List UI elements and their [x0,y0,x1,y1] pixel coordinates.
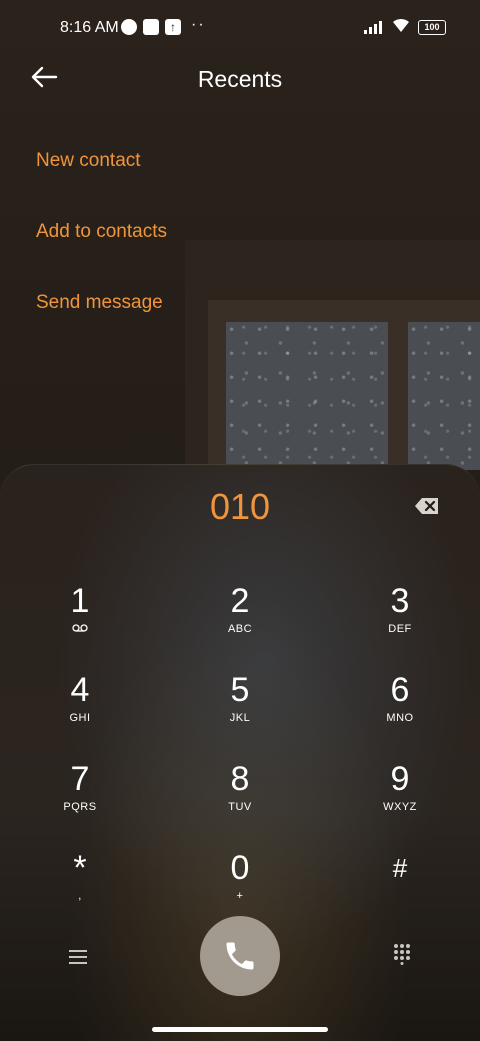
more-notifications-icon: ·· [191,16,206,33]
key-digit: 4 [70,671,90,709]
add-to-contacts-button[interactable]: Add to contacts [36,221,167,243]
page-title: Recents [197,66,283,92]
dial-key-5[interactable]: 5 JKL [180,671,300,751]
dial-key-star[interactable]: * , [20,849,140,929]
new-contact-button[interactable]: New contact [36,150,141,172]
dial-key-9[interactable]: 9 WXYZ [340,760,460,840]
background-window-pane [226,322,388,470]
key-letters: DEF [388,623,412,635]
dial-key-2[interactable]: 2 ABC [180,582,300,662]
upload-notification-icon: ↑ [165,19,181,35]
signal-icon [364,20,386,34]
key-digit: 0 [230,849,250,887]
call-button[interactable] [200,916,280,996]
dial-key-4[interactable]: 4 GHI [20,671,140,751]
key-letters: MNO [386,712,414,724]
key-digit: 8 [230,760,250,798]
menu-icon [69,950,87,964]
status-time: 8:16 AM [60,19,119,36]
dial-key-7[interactable]: 7 PQRS [20,760,140,840]
backspace-button[interactable] [414,496,440,516]
key-letters: JKL [229,712,251,724]
battery-icon: 100 [418,20,446,35]
key-letters: PQRS [63,801,97,813]
menu-button[interactable] [58,938,98,978]
dialed-number: 010 [209,486,271,527]
key-letters: GHI [69,712,91,724]
key-letters: + [236,890,244,902]
status-bar: 8:16 AM ↑ ·· 100 [0,0,480,56]
key-digit: 1 [70,582,90,620]
key-letters: ABC [227,623,253,635]
wifi-icon [391,17,411,38]
key-letters: , [78,890,82,902]
dial-key-hash[interactable]: # [340,849,460,929]
phone-icon [226,942,254,970]
app-notification-icon [121,19,137,35]
key-digit: # [392,853,408,883]
key-digit: 6 [390,671,410,709]
key-digit: 7 [70,760,90,798]
key-digit: 5 [230,671,250,709]
square-notification-icon [143,19,159,35]
dial-key-1[interactable]: 1 [20,582,140,662]
keypad-toggle-button[interactable] [382,938,422,978]
key-letters: WXYZ [383,801,417,813]
voicemail-icon [72,624,88,632]
key-digit: 9 [390,760,410,798]
key-letters: TUV [228,801,252,813]
backspace-icon [415,498,438,514]
key-digit: * [73,849,87,887]
send-message-button[interactable]: Send message [36,292,163,314]
key-digit: 3 [390,582,410,620]
home-indicator[interactable] [152,1027,328,1032]
keypad-icon [394,944,410,965]
dial-key-3[interactable]: 3 DEF [340,582,460,662]
dial-key-6[interactable]: 6 MNO [340,671,460,751]
background-window-pane [408,322,480,470]
key-digit: 2 [230,582,250,620]
dial-key-8[interactable]: 8 TUV [180,760,300,840]
